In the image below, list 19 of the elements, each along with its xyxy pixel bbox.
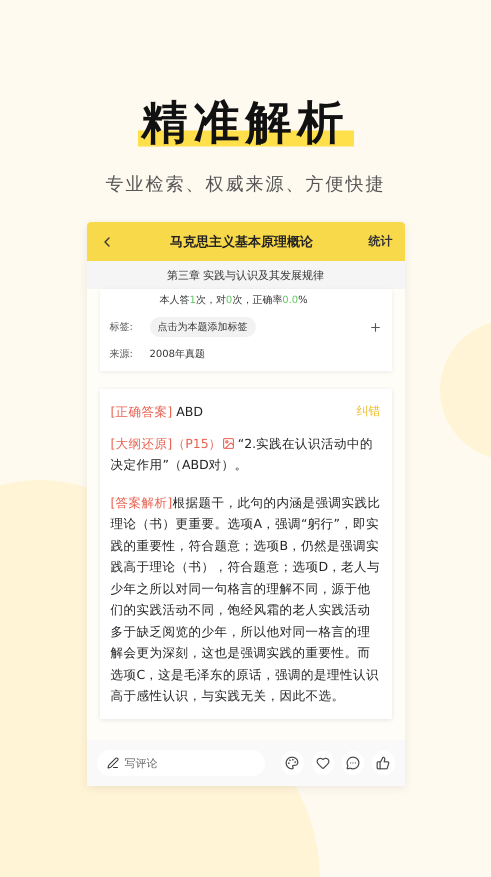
add-tag-chip[interactable]: 点击为本题添加标签 <box>150 317 256 337</box>
thumbs-up-icon[interactable] <box>372 751 394 775</box>
comment-field[interactable]: 写评论 <box>96 750 266 776</box>
source-value: 2008年真题 <box>150 348 205 361</box>
chapter-title: 第三章 实践与认识及其发展规律 <box>86 261 404 289</box>
image-icon[interactable] <box>222 436 235 450</box>
subtitle: 专业检索、权威来源、方便快捷 <box>106 173 386 196</box>
plus-icon[interactable] <box>368 320 382 334</box>
palette-icon[interactable] <box>281 751 304 775</box>
chat-icon[interactable] <box>342 751 364 775</box>
correct-answer: [正确答案] ABD <box>110 403 204 421</box>
source-label: 来源: <box>110 348 134 361</box>
answer-stats: 本人答1次，对0次，正确率0.0% <box>160 294 309 307</box>
outline-text: [大纲还原]（P15） “2.实践在认识活动中的决定作用”（ABD对）。 <box>110 434 374 474</box>
pencil-icon <box>106 757 118 769</box>
tag-label: 标签: <box>110 320 134 334</box>
analysis-text: [答案解析]根据题干，此句的内涵是强调实践比理论（书）更重要。选项A，强调“躬行”，即实践的重要性，符合题意；选项B，仍然是强调实践高于理论（书），符合题意；选项D，老人与少年之所以对同一句格言的理解不同，源于他们的实践活动不同，饱经风霜的老人实践活动多于缺乏阅览的少年，所以他对同一格言的理解会更为深刻，这也是强调实践的重要性。而选项C，这是毛泽东的原话，强调的是理性认识高于感性认识，与实践无关，因此不选。 <box>110 494 380 705</box>
stats-button[interactable]: 统计 <box>368 233 392 250</box>
header-title: 马克思主义基本原理概论 <box>169 234 314 250</box>
